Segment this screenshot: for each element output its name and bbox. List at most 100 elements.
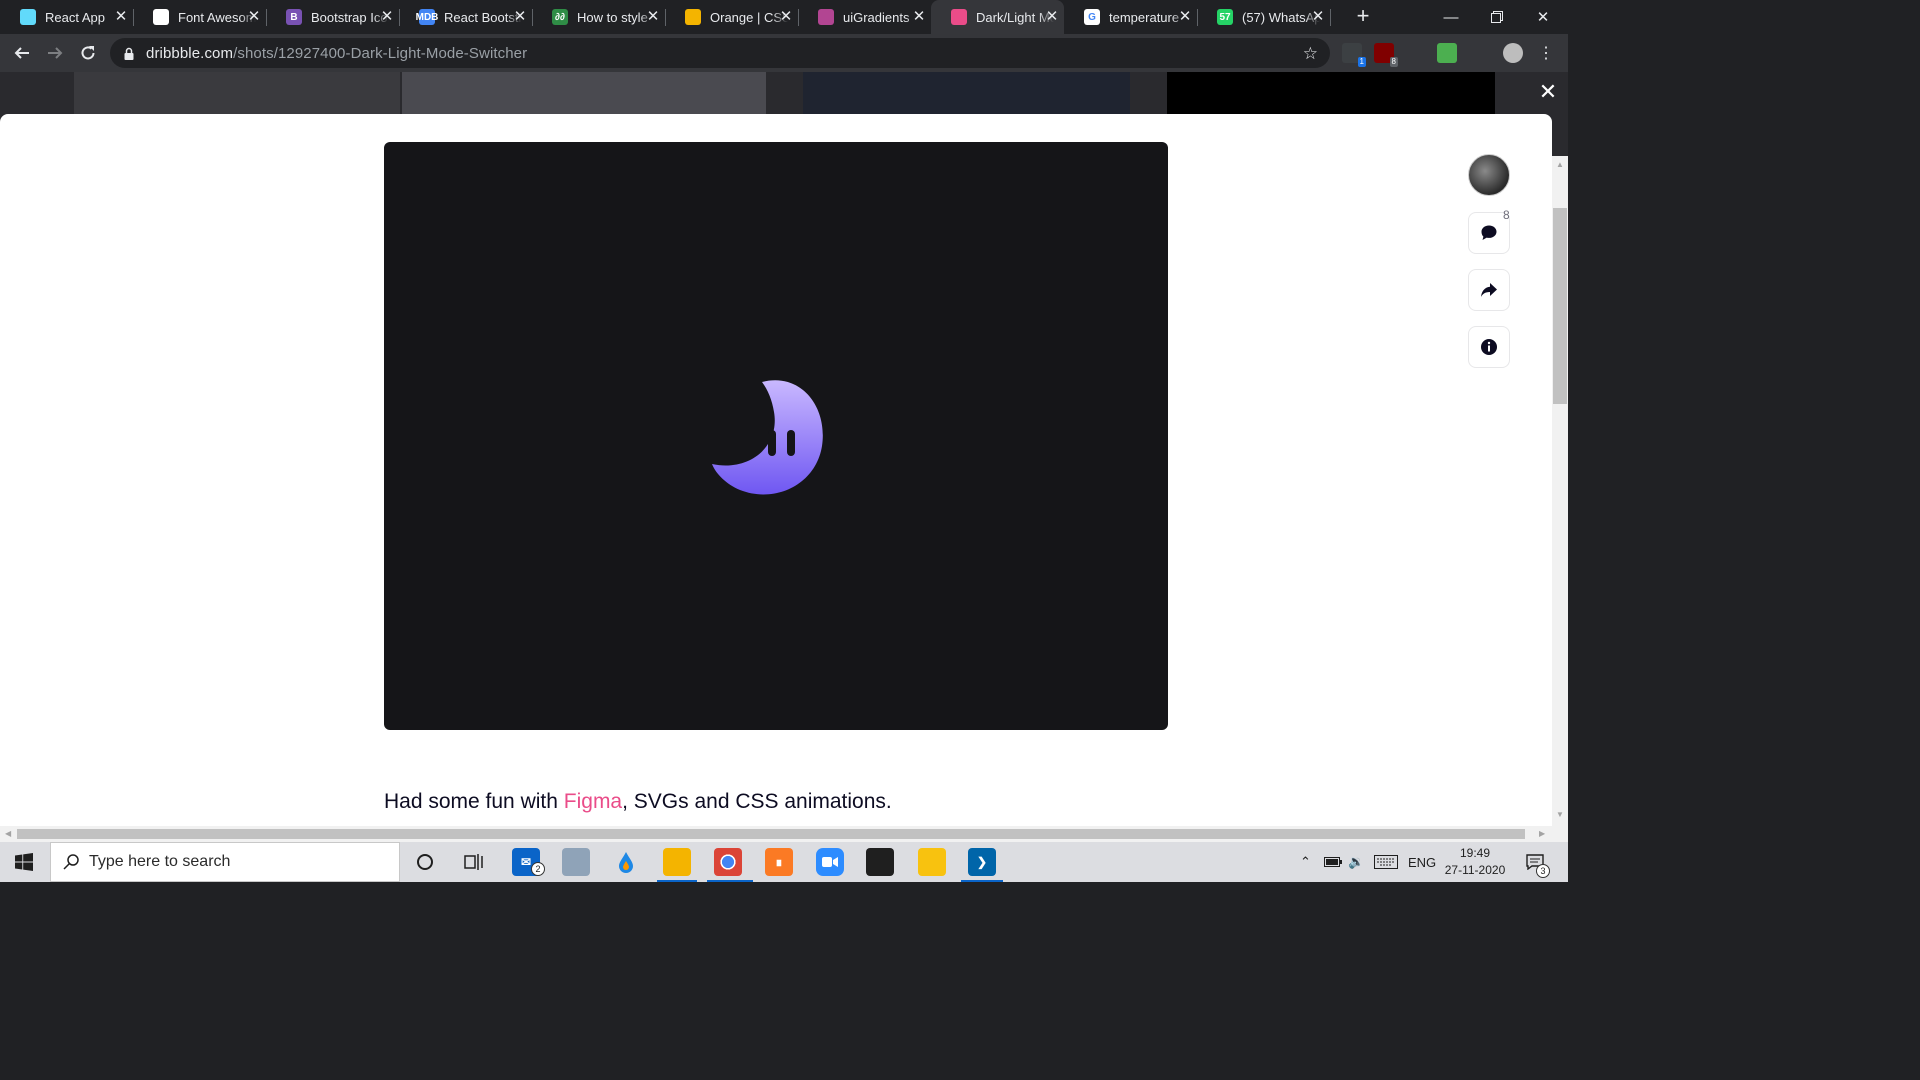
vertical-scrollbar-thumb[interactable] bbox=[1553, 208, 1567, 404]
taskbar-search-box[interactable]: Type here to search bbox=[50, 842, 400, 882]
description-text: , SVGs and CSS animations. bbox=[622, 790, 892, 813]
ublock-icon[interactable]: 8 bbox=[1374, 43, 1398, 67]
back-arrow-icon bbox=[14, 47, 29, 59]
windows-taskbar: Type here to search ✉ 2 ∎ ❯ ⌃ 🔉 ENG 19:4… bbox=[0, 842, 1568, 882]
close-tab-icon[interactable]: ✕ bbox=[911, 9, 927, 25]
new-tab-button[interactable]: + bbox=[1352, 5, 1374, 27]
browser-tab[interactable]: Dark/Light Mode✕ bbox=[931, 0, 1064, 34]
extension-badge: 8 bbox=[1389, 57, 1398, 67]
profile-avatar-icon[interactable] bbox=[1503, 43, 1523, 63]
react-devtools-icon[interactable] bbox=[1405, 43, 1425, 63]
dribbble-icon bbox=[951, 9, 967, 25]
close-tab-icon[interactable]: ✕ bbox=[1177, 9, 1193, 25]
zoom-app-icon[interactable] bbox=[816, 848, 844, 876]
url-text: dribbble.com/shots/12927400-Dark-Light-M… bbox=[146, 45, 527, 62]
show-hidden-icons-icon[interactable]: ⌃ bbox=[1300, 842, 1311, 882]
minimize-button[interactable]: — bbox=[1428, 0, 1474, 34]
browser-tab[interactable]: React App ✕ bbox=[0, 0, 134, 34]
keyboard-icon[interactable] bbox=[1374, 842, 1398, 882]
tab-title: temperature bbox=[1109, 9, 1180, 25]
forward-button[interactable] bbox=[43, 41, 67, 65]
close-tab-icon[interactable]: ✕ bbox=[1044, 9, 1060, 25]
folder-app-icon[interactable] bbox=[918, 848, 946, 876]
browser-tab[interactable]: 57 (57) WhatsApp✕ bbox=[1197, 0, 1331, 34]
scroll-down-arrow-icon[interactable]: ▼ bbox=[1556, 810, 1564, 819]
volume-icon[interactable]: 🔉 bbox=[1348, 842, 1364, 882]
clock-time: 19:49 bbox=[1459, 846, 1491, 860]
cortana-icon[interactable] bbox=[411, 848, 439, 876]
tab-title: React Bootstrap bbox=[444, 9, 522, 25]
share-button[interactable] bbox=[1468, 269, 1510, 311]
close-tab-icon[interactable]: ✕ bbox=[512, 9, 528, 25]
browser-tab[interactable]: Orange | CSS ✕ bbox=[665, 0, 799, 34]
browser-tab[interactable]: Font Awesome ✕ bbox=[133, 0, 267, 34]
gradient-icon bbox=[818, 9, 834, 25]
scroll-right-arrow-icon[interactable]: ▶ bbox=[1539, 829, 1545, 838]
browser-tab[interactable]: Gtemperature ✕ bbox=[1064, 0, 1198, 34]
close-tab-icon[interactable]: ✕ bbox=[778, 9, 794, 25]
browser-tab[interactable]: ∂∂ How to style ✕ bbox=[532, 0, 666, 34]
paint-drop-app-icon[interactable] bbox=[612, 848, 640, 876]
back-button[interactable] bbox=[10, 41, 34, 65]
figma-link[interactable]: Figma bbox=[564, 790, 622, 813]
store-app-icon[interactable] bbox=[866, 848, 894, 876]
url-host: dribbble.com bbox=[146, 44, 234, 62]
restore-button[interactable] bbox=[1474, 0, 1520, 34]
close-tab-icon[interactable]: ✕ bbox=[113, 9, 129, 25]
clock-date: 27-11-2020 bbox=[1444, 863, 1506, 877]
close-tab-icon[interactable]: ✕ bbox=[1310, 9, 1326, 25]
designer-avatar[interactable] bbox=[1468, 154, 1510, 196]
google-icon: G bbox=[1084, 9, 1100, 25]
chrome-menu-button[interactable]: ⋮ bbox=[1534, 41, 1558, 65]
browser-tab[interactable]: MDB React Bootstrap✕ bbox=[399, 0, 533, 34]
restore-icon bbox=[1491, 11, 1503, 23]
task-view-icon[interactable] bbox=[460, 848, 488, 876]
scroll-left-arrow-icon[interactable]: ◀ bbox=[5, 829, 11, 838]
reload-button[interactable] bbox=[76, 41, 100, 65]
background-shot-thumbnail bbox=[803, 72, 1130, 114]
tab-title: (57) WhatsApp bbox=[1242, 9, 1320, 25]
whatsapp-icon: 57 bbox=[1217, 9, 1233, 25]
bookmark-star-icon[interactable]: ☆ bbox=[1303, 44, 1318, 64]
flag-icon bbox=[153, 9, 169, 25]
browser-tab[interactable]: uiGradients ✕ bbox=[798, 0, 932, 34]
close-tab-icon[interactable]: ✕ bbox=[645, 9, 661, 25]
horizontal-scrollbar-thumb[interactable] bbox=[17, 829, 1525, 839]
share-arrow-icon bbox=[1481, 283, 1497, 297]
gfg-icon: ∂∂ bbox=[552, 9, 568, 25]
chrome-app-icon[interactable] bbox=[714, 848, 742, 876]
mail-badge: 2 bbox=[531, 862, 545, 876]
tab-title: Orange | CSS bbox=[710, 9, 788, 25]
address-bar[interactable]: dribbble.com/shots/12927400-Dark-Light-M… bbox=[110, 38, 1330, 68]
page-viewport: ✕ Had some fun with Figma, SVGs and CSS … bbox=[0, 72, 1568, 826]
file-explorer-icon[interactable] bbox=[663, 848, 691, 876]
notification-badge: 3 bbox=[1536, 864, 1550, 878]
language-indicator[interactable]: ENG bbox=[1408, 842, 1436, 882]
colorzilla-icon[interactable] bbox=[1437, 43, 1457, 63]
ext-1-icon[interactable]: 1 bbox=[1342, 43, 1366, 67]
close-tab-icon[interactable]: ✕ bbox=[379, 9, 395, 25]
scroll-up-arrow-icon[interactable]: ▲ bbox=[1556, 160, 1564, 169]
tab-strip: React App✕Font Awesome✕BBootstrap Icons✕… bbox=[0, 0, 1568, 34]
battery-icon[interactable] bbox=[1324, 842, 1342, 882]
close-tab-icon[interactable]: ✕ bbox=[246, 9, 262, 25]
mdb-icon: MDB bbox=[416, 9, 438, 25]
system-clock[interactable]: 19:49 27-11-2020 bbox=[1440, 845, 1510, 879]
url-path: /shots/12927400-Dark-Light-Mode-Switcher bbox=[233, 44, 528, 62]
photos-app-icon[interactable] bbox=[562, 848, 590, 876]
close-modal-button[interactable]: ✕ bbox=[1538, 81, 1558, 103]
vscode-app-icon[interactable]: ❯ bbox=[968, 848, 996, 876]
shot-preview[interactable] bbox=[384, 142, 1168, 730]
info-button[interactable] bbox=[1468, 326, 1510, 368]
xampp-app-icon[interactable]: ∎ bbox=[765, 848, 793, 876]
browser-tab[interactable]: B Bootstrap Icons✕ bbox=[266, 0, 400, 34]
close-window-button[interactable]: ✕ bbox=[1520, 0, 1566, 34]
react-icon bbox=[20, 9, 36, 25]
puzzle-icon[interactable] bbox=[1470, 43, 1490, 63]
shot-modal: Had some fun with Figma, SVGs and CSS an… bbox=[0, 114, 1568, 826]
colors-icon bbox=[685, 9, 701, 25]
lock-icon bbox=[124, 47, 134, 60]
chrome-active-indicator bbox=[707, 880, 753, 882]
description-text: Had some fun with bbox=[384, 790, 564, 813]
windows-start-icon[interactable] bbox=[15, 853, 33, 871]
